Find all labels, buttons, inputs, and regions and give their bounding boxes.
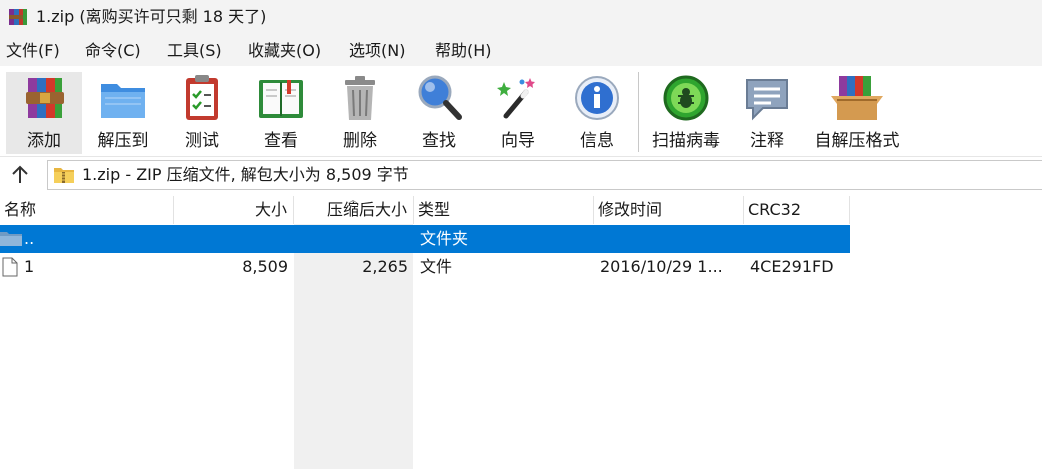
table-row[interactable]: 1 8,509 2,265 文件 2016/10/29 1... 4CE291F… bbox=[0, 253, 850, 281]
test-button[interactable]: 测试 bbox=[164, 72, 240, 154]
open-book-icon bbox=[259, 80, 303, 118]
view-label: 查看 bbox=[264, 131, 298, 151]
address-path: 1.zip - ZIP 压缩文件, 解包大小为 8,509 字节 bbox=[82, 165, 409, 184]
add-button[interactable]: 添加 bbox=[6, 72, 82, 154]
magic-wand-icon bbox=[497, 78, 535, 119]
virus-scan-button[interactable]: 扫描病毒 bbox=[644, 72, 728, 154]
books-add-icon bbox=[26, 78, 64, 118]
file-icon bbox=[2, 257, 18, 277]
menu-bar: 文件(F) 命令(C) 工具(S) 收藏夹(O) 选项(N) 帮助(H) bbox=[0, 36, 1042, 66]
sfx-box-icon bbox=[831, 76, 883, 120]
column-header-modified[interactable]: 修改时间 bbox=[594, 196, 744, 224]
delete-label: 删除 bbox=[343, 131, 377, 151]
comment-icon bbox=[746, 79, 788, 121]
info-icon bbox=[575, 76, 619, 120]
find-label: 查找 bbox=[422, 131, 456, 151]
info-label: 信息 bbox=[580, 131, 614, 151]
row-size: 8,509 bbox=[242, 257, 288, 276]
wizard-label: 向导 bbox=[501, 131, 535, 151]
test-label: 测试 bbox=[185, 131, 219, 151]
comment-button[interactable]: 注释 bbox=[729, 72, 805, 154]
info-button[interactable]: 信息 bbox=[559, 72, 635, 154]
row-size bbox=[174, 225, 288, 253]
row-name: .. bbox=[24, 229, 35, 248]
row-packed bbox=[294, 225, 408, 253]
row-packed: 2,265 bbox=[362, 257, 408, 276]
title-bar[interactable]: 1.zip (离购买许可只剩 18 天了) bbox=[0, 0, 1042, 36]
column-header-row: 名称 大小 压缩后大小 类型 修改时间 CRC32 bbox=[0, 196, 850, 224]
menu-file[interactable]: 文件(F) bbox=[6, 41, 60, 61]
clipboard-check-icon bbox=[186, 75, 218, 120]
column-header-type[interactable]: 类型 bbox=[414, 196, 594, 224]
up-arrow-icon[interactable] bbox=[8, 163, 32, 187]
find-button[interactable]: 查找 bbox=[401, 72, 477, 154]
address-bar[interactable]: 1.zip - ZIP 压缩文件, 解包大小为 8,509 字节 bbox=[47, 160, 1042, 190]
delete-button[interactable]: 删除 bbox=[322, 72, 398, 154]
menu-commands[interactable]: 命令(C) bbox=[85, 41, 141, 61]
row-type: 文件夹 bbox=[420, 229, 469, 248]
menu-favorites[interactable]: 收藏夹(O) bbox=[248, 41, 321, 61]
column-header-size[interactable]: 大小 bbox=[174, 196, 294, 224]
menu-options[interactable]: 选项(N) bbox=[349, 41, 405, 61]
extract-to-label: 解压到 bbox=[97, 131, 149, 151]
virus-scan-icon bbox=[663, 75, 709, 121]
toolbar-separator bbox=[638, 72, 639, 152]
wizard-button[interactable]: 向导 bbox=[480, 72, 556, 154]
menu-tools[interactable]: 工具(S) bbox=[167, 41, 222, 61]
trash-can-icon bbox=[345, 76, 375, 120]
zip-archive-icon bbox=[54, 168, 74, 183]
row-name: 1 bbox=[24, 257, 35, 276]
add-label: 添加 bbox=[27, 131, 61, 151]
view-button[interactable]: 查看 bbox=[243, 72, 319, 154]
folder-extract-icon bbox=[101, 84, 145, 118]
sfx-label: 自解压格式 bbox=[814, 131, 900, 151]
sort-indicator-icon: ︿ bbox=[348, 195, 358, 206]
window-title: 1.zip (离购买许可只剩 18 天了) bbox=[36, 7, 267, 26]
folder-icon bbox=[0, 232, 22, 246]
row-type: 文件 bbox=[420, 257, 453, 276]
winrar-app-icon[interactable] bbox=[8, 7, 28, 27]
address-row: 1.zip - ZIP 压缩文件, 解包大小为 8,509 字节 bbox=[0, 157, 1042, 195]
sfx-button[interactable]: 自解压格式 bbox=[808, 72, 906, 154]
table-row[interactable]: .. 文件夹 bbox=[0, 225, 850, 253]
row-crc: 4CE291FD bbox=[750, 257, 834, 276]
comment-label: 注释 bbox=[750, 131, 784, 151]
extract-to-button[interactable]: 解压到 bbox=[85, 72, 161, 154]
menu-help[interactable]: 帮助(H) bbox=[435, 41, 492, 61]
virus-scan-label: 扫描病毒 bbox=[652, 131, 720, 151]
row-modified: 2016/10/29 1... bbox=[600, 257, 723, 276]
toolbar: 添加 解压到 测试 查看 删除 查找 向导 信息 扫描病毒 注释 自解压格式 bbox=[0, 66, 1042, 157]
magnifier-icon bbox=[418, 75, 462, 120]
column-header-crc[interactable]: CRC32 bbox=[744, 196, 850, 224]
column-header-name[interactable]: 名称 bbox=[0, 196, 174, 224]
